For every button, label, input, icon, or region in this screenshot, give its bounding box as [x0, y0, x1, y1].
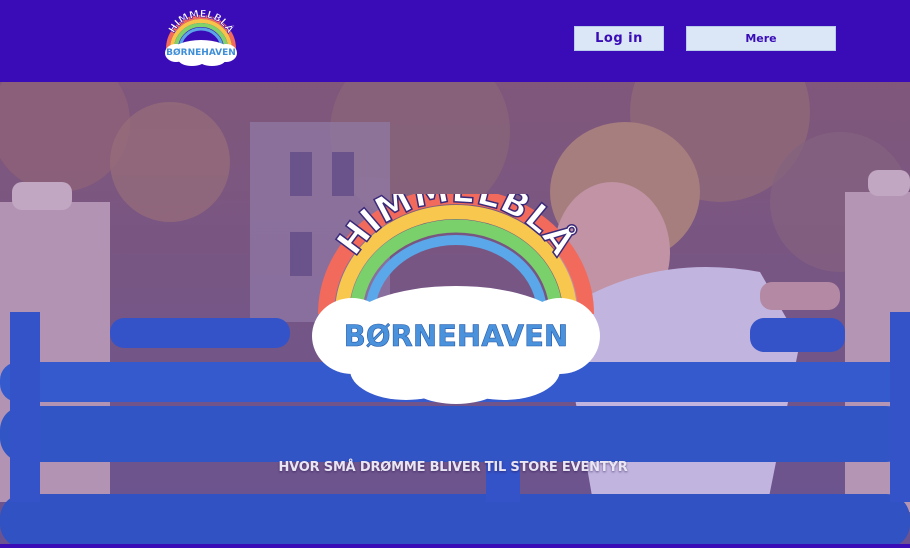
brand-logo[interactable]: HIMMELBLÅ BØRNEHAVEN — [162, 9, 240, 67]
hero-logo: HIMMELBLÅ BØRNEHAVEN — [312, 194, 600, 404]
hero-logo-bottom-text: BØRNEHAVEN — [344, 319, 568, 353]
hero-tagline: HVOR SMÅ DRØMME BLIVER TIL STORE EVENTYR — [278, 460, 628, 475]
bottom-border — [0, 544, 910, 548]
brand-logo-bottom-text: BØRNEHAVEN — [166, 47, 236, 58]
login-button[interactable]: Log in — [574, 26, 664, 51]
more-menu-button[interactable]: Mere — [686, 26, 836, 51]
more-button-label: Mere — [745, 32, 777, 45]
hero-section: HIMMELBLÅ BØRNEHAVEN HVOR SMÅ DRØMME BLI… — [0, 82, 910, 548]
login-button-label: Log in — [595, 31, 643, 46]
site-header: HIMMELBLÅ BØRNEHAVEN Log in Mere — [0, 0, 910, 82]
